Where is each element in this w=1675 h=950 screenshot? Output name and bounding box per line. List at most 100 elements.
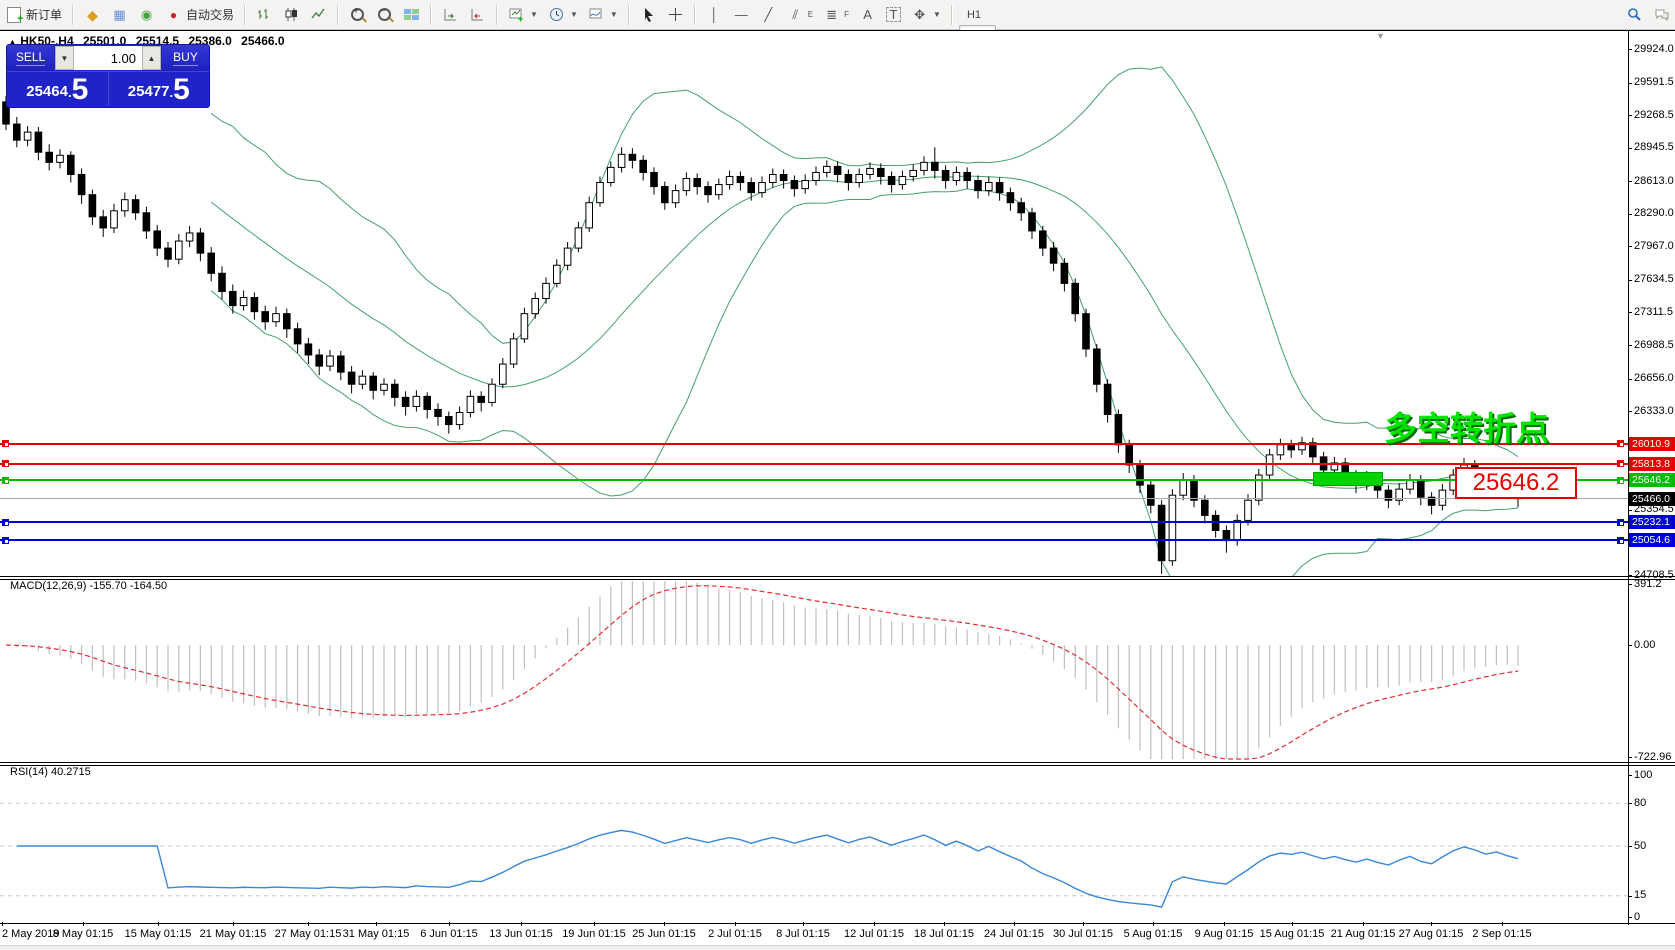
bearish-candle [251, 298, 258, 312]
periods-button[interactable]: ▼ [543, 4, 583, 25]
price-line[interactable] [0, 521, 1628, 523]
channel-tool[interactable]: ⫽E [782, 4, 818, 25]
sell-price[interactable]: 25464.5 [7, 72, 108, 106]
price-callout-box[interactable]: 25646.2 [1455, 467, 1577, 499]
price-axis-tick [1628, 379, 1632, 380]
timeframe-button-m30[interactable]: M30 [959, 0, 996, 5]
line-handle[interactable] [1617, 460, 1624, 467]
volume-increase-button[interactable]: ▲ [142, 46, 161, 70]
price-line[interactable] [0, 479, 1628, 481]
fibonacci-icon: ≣ [823, 6, 840, 23]
bullish-candle [1234, 520, 1241, 540]
line-handle[interactable] [1617, 519, 1624, 526]
line-handle[interactable] [2, 440, 9, 447]
line-chart-button[interactable] [305, 4, 332, 25]
dropdown-caret-icon: ▼ [530, 10, 538, 19]
buy-button[interactable]: BUY [162, 45, 209, 71]
auto-trading-button[interactable]: ● 自动交易 [160, 4, 239, 25]
line-handle[interactable] [1617, 477, 1624, 484]
rsi-axis-tick [1628, 896, 1632, 897]
bearish-candle [392, 384, 399, 397]
main-chart-canvas[interactable] [0, 30, 1628, 576]
bearish-candle [640, 160, 647, 172]
bearish-candle [1050, 248, 1057, 263]
zoom-out-button[interactable] [371, 4, 398, 25]
time-axis-tick [449, 922, 450, 926]
pane-divider [0, 923, 1675, 924]
time-axis-tick [1153, 922, 1154, 926]
bearish-candle [132, 200, 139, 213]
price-line-tag: 25813.8 [1629, 457, 1675, 471]
sell-button[interactable]: SELL [7, 45, 54, 71]
macd-axis-label: 391.2 [1634, 578, 1662, 590]
signals-button[interactable]: ◉ [133, 4, 160, 25]
volume-decrease-button[interactable]: ▼ [55, 46, 74, 70]
chat-button[interactable] [1648, 4, 1675, 25]
line-handle[interactable] [2, 477, 9, 484]
rsi-axis-tick [1628, 803, 1632, 804]
volume-input[interactable] [74, 46, 142, 70]
arrows-tool-icon: ✥ [911, 6, 928, 23]
macd-indicator-label: MACD(12,26,9) -155.70 -164.50 [10, 580, 167, 592]
vertical-line-tool[interactable]: │ [701, 4, 728, 25]
profile-button[interactable]: ◆ [79, 4, 106, 25]
zoom-in-icon [349, 6, 366, 23]
horizontal-line-tool[interactable]: — [728, 4, 755, 25]
candlestick-button[interactable] [278, 4, 305, 25]
buy-button-label: BUY [173, 50, 198, 66]
macd-pane-canvas[interactable] [0, 579, 1628, 761]
line-handle[interactable] [1617, 440, 1624, 447]
bearish-candle [694, 179, 701, 187]
time-axis[interactable]: 2 May 20198 May 01:1515 May 01:1521 May … [0, 925, 1675, 945]
bullish-candle [489, 384, 496, 402]
bearish-candle [154, 231, 161, 248]
bearish-candle [662, 187, 669, 203]
arrows-tool[interactable]: ✥▼ [906, 4, 946, 25]
new-chart-button[interactable]: +▼ [503, 4, 543, 25]
zoom-in-button[interactable] [344, 4, 371, 25]
timeframe-button-h1[interactable]: H1 [959, 5, 996, 25]
chart-shift-marker-icon[interactable]: ▼ [1376, 31, 1385, 41]
tile-windows-button[interactable] [398, 4, 425, 25]
auto-scroll-button[interactable] [437, 4, 464, 25]
toolbar-separator [951, 5, 953, 25]
rsi-pane-canvas[interactable] [0, 765, 1628, 922]
rsi-axis-tick [1628, 775, 1632, 776]
pane-divider[interactable] [0, 762, 1675, 763]
chart-shift-button[interactable] [464, 4, 491, 25]
bar-chart-button[interactable] [251, 4, 278, 25]
text-tool[interactable]: A [854, 4, 881, 25]
line-handle[interactable] [2, 460, 9, 467]
line-handle[interactable] [2, 537, 9, 544]
bearish-candle [975, 181, 982, 191]
annotation-text[interactable]: 多空转折点 [1384, 402, 1549, 450]
price-line[interactable] [0, 539, 1628, 541]
bearish-candle [845, 174, 852, 182]
pane-divider[interactable] [0, 576, 1675, 577]
bearish-candle [1094, 349, 1101, 384]
terminal-button[interactable]: ▦ [106, 4, 133, 25]
time-axis-tick [1502, 922, 1503, 926]
new-order-button[interactable]: + 新订单 [0, 4, 67, 25]
main-toolbar: + 新订单 ◆ ▦ ◉ ● 自动交易 +▼ ▼ ▼ │ — ╱ ⫽E ≣F A … [0, 0, 1675, 30]
bearish-candle [100, 217, 107, 228]
bearish-candle [1310, 443, 1317, 457]
trendline-tool[interactable]: ╱ [755, 4, 782, 25]
bullish-candle [856, 174, 863, 182]
cursor-tool-button[interactable] [635, 4, 662, 25]
label-tool[interactable]: T [881, 5, 906, 24]
search-button[interactable] [1621, 4, 1648, 25]
rsi-axis-label: 0 [1634, 911, 1640, 923]
line-handle[interactable] [2, 519, 9, 526]
price-line[interactable] [0, 463, 1628, 465]
price-axis-label: 26656.0 [1634, 372, 1674, 384]
indicators-button[interactable]: ▼ [583, 4, 623, 25]
buy-price[interactable]: 25477.5 [108, 72, 210, 106]
line-handle[interactable] [1617, 537, 1624, 544]
time-axis-tick [594, 922, 595, 926]
time-axis-label: 24 Jul 01:15 [984, 928, 1044, 940]
fibonacci-tool[interactable]: ≣F [818, 4, 854, 25]
crosshair-tool-button[interactable] [662, 4, 689, 25]
bearish-candle [878, 168, 885, 176]
highlight-rectangle[interactable] [1313, 472, 1383, 486]
